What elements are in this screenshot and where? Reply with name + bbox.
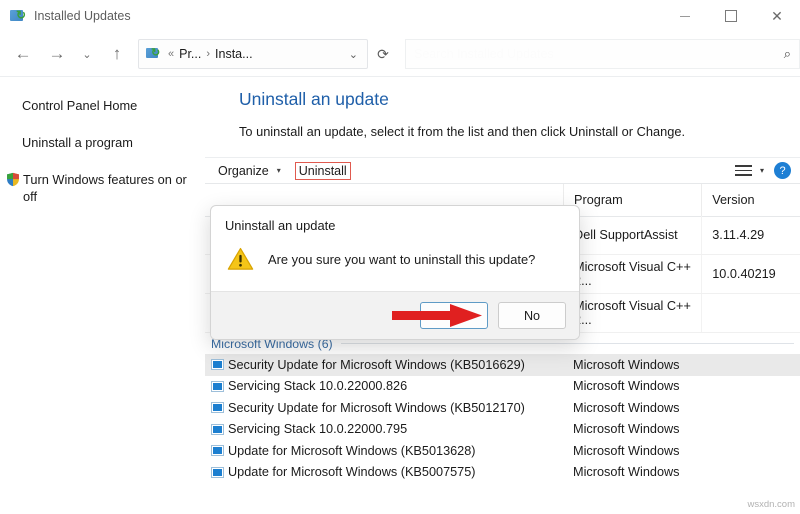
view-options-caret-icon[interactable]: ▾ (760, 166, 764, 175)
dialog-title: Uninstall an update (225, 218, 336, 233)
row-name-label: Servicing Stack 10.0.22000.826 (228, 379, 408, 394)
breadcrumb-separator: › (206, 48, 211, 60)
chevron-down-icon[interactable]: ⌄ (349, 48, 358, 61)
row-version-cell (701, 440, 800, 462)
row-name-label: Security Update for Microsoft Windows (K… (228, 357, 525, 372)
list-item[interactable]: Security Update for Microsoft Windows (K… (205, 354, 800, 376)
title-bar: ↻ Installed Updates ✕ (0, 0, 800, 32)
page-title: Uninstall an update (239, 89, 389, 109)
sidebar-item-label: Control Panel Home (22, 98, 138, 113)
sidebar-item-label: Turn Windows features on or off (23, 172, 187, 204)
installed-updates-icon: ↻ (10, 8, 26, 24)
row-name-cell: Servicing Stack 10.0.22000.826 (205, 379, 563, 393)
navigation-bar: ← → ⌄ ↑ ↻ « Pr... › Insta... ⌄ ⟳ Search … (0, 32, 800, 77)
uninstall-button[interactable]: Uninstall (294, 161, 351, 180)
row-version-cell: 3.11.4.29 (701, 216, 800, 254)
row-program-cell: Microsoft Visual C++ 2... (563, 255, 701, 293)
row-name-label: Update for Microsoft Windows (KB5013628) (228, 443, 476, 458)
breadcrumb-segment-2[interactable]: Insta... (215, 47, 253, 61)
warning-triangle-icon (227, 247, 254, 270)
page-subtitle: To uninstall an update, select it from t… (239, 124, 685, 139)
search-input[interactable]: Search Installed Updates ⌕ (405, 39, 800, 69)
breadcrumb-overflow[interactable]: « (168, 48, 174, 60)
row-program-cell: Microsoft Windows (573, 357, 680, 372)
column-header-program[interactable]: Program (563, 184, 701, 216)
refresh-icon[interactable]: ⟳ (370, 40, 396, 68)
row-program-cell: Dell SupportAssist (563, 216, 701, 254)
group-divider (340, 343, 794, 344)
address-bar-icon: ↻ (146, 47, 162, 61)
maximize-button[interactable] (708, 0, 754, 32)
row-version-cell (701, 376, 800, 398)
list-item[interactable]: Security Update for Microsoft Windows (K… (205, 397, 800, 419)
search-icon[interactable]: ⌕ (784, 46, 791, 62)
row-version-cell (701, 462, 800, 484)
list-item[interactable]: Servicing Stack 10.0.22000.795 Microsoft… (205, 419, 800, 441)
dialog-message: Are you sure you want to uninstall this … (268, 251, 536, 267)
breadcrumb-segment-1[interactable]: Pr... (179, 47, 201, 61)
row-program-cell: Microsoft Windows (573, 422, 680, 437)
list-item[interactable]: Update for Microsoft Windows (KB5007575)… (205, 462, 800, 484)
sidebar-item-uninstall-a-program[interactable]: Uninstall a program (0, 134, 205, 151)
help-icon[interactable]: ? (774, 162, 791, 179)
row-name-cell: Update for Microsoft Windows (KB5007575) (205, 465, 563, 479)
row-name-label: Update for Microsoft Windows (KB5007575) (228, 465, 476, 480)
update-icon (211, 466, 224, 478)
row-program-cell: Microsoft Windows (573, 379, 680, 394)
row-version-cell (701, 354, 800, 376)
red-arrow-annotation (392, 304, 482, 327)
close-icon[interactable]: ✕ (754, 0, 800, 32)
update-icon (211, 423, 224, 435)
row-name-label: Servicing Stack 10.0.22000.795 (228, 422, 408, 437)
search-placeholder: Search Installed Updates (414, 47, 554, 61)
address-bar[interactable]: ↻ « Pr... › Insta... ⌄ (138, 39, 368, 69)
row-program-cell: Microsoft Windows (573, 443, 680, 458)
row-version-cell (701, 294, 800, 332)
update-icon (211, 402, 224, 414)
list-item[interactable]: Update for Microsoft Windows (KB5013628)… (205, 440, 800, 462)
row-version-cell: 10.0.40219 (701, 255, 800, 293)
no-button[interactable]: No (498, 302, 566, 329)
row-name-cell: Servicing Stack 10.0.22000.795 (205, 422, 563, 436)
shield-icon (6, 172, 20, 187)
back-icon[interactable]: ← (8, 39, 38, 69)
organize-button[interactable]: Organize (218, 164, 269, 178)
toolbar-right-group: ▾ ? (734, 162, 800, 179)
update-icon (211, 380, 224, 392)
row-version-cell (701, 419, 800, 441)
toolbar: Organize ▾ Uninstall ▾ ? (205, 157, 800, 184)
sidebar-item-label: Uninstall a program (22, 135, 133, 150)
sidebar: Control Panel Home Uninstall a program T… (0, 77, 205, 514)
sidebar-item-turn-windows-features[interactable]: Turn Windows features on or off (0, 171, 205, 205)
row-program-cell: Microsoft Windows (573, 400, 680, 415)
row-name-cell: Update for Microsoft Windows (KB5013628) (205, 444, 563, 458)
column-header-version[interactable]: Version (701, 184, 800, 216)
hamburger-icon[interactable] (734, 165, 752, 176)
recent-locations-icon[interactable]: ⌄ (76, 39, 98, 69)
update-icon (211, 445, 224, 457)
chevron-down-icon[interactable]: ▾ (277, 166, 281, 175)
row-name-cell: Security Update for Microsoft Windows (K… (205, 401, 563, 415)
row-program-cell: Microsoft Visual C++ 2... (563, 294, 701, 332)
minimize-button[interactable] (662, 0, 708, 32)
update-icon (211, 359, 224, 371)
row-name-label: Security Update for Microsoft Windows (K… (228, 400, 525, 415)
watermark: wsxdn.com (747, 499, 795, 510)
window-title: Installed Updates (34, 9, 131, 23)
row-version-cell (701, 397, 800, 419)
dialog-body: Are you sure you want to uninstall this … (211, 233, 579, 291)
sidebar-item-control-panel-home[interactable]: Control Panel Home (0, 97, 205, 114)
row-program-cell: Microsoft Windows (573, 465, 680, 480)
window-controls: ✕ (662, 0, 800, 32)
up-icon[interactable]: ↑ (102, 39, 132, 69)
forward-icon[interactable]: → (42, 39, 72, 69)
row-name-cell: Security Update for Microsoft Windows (K… (205, 358, 563, 372)
list-item[interactable]: Servicing Stack 10.0.22000.826 Microsoft… (205, 376, 800, 398)
